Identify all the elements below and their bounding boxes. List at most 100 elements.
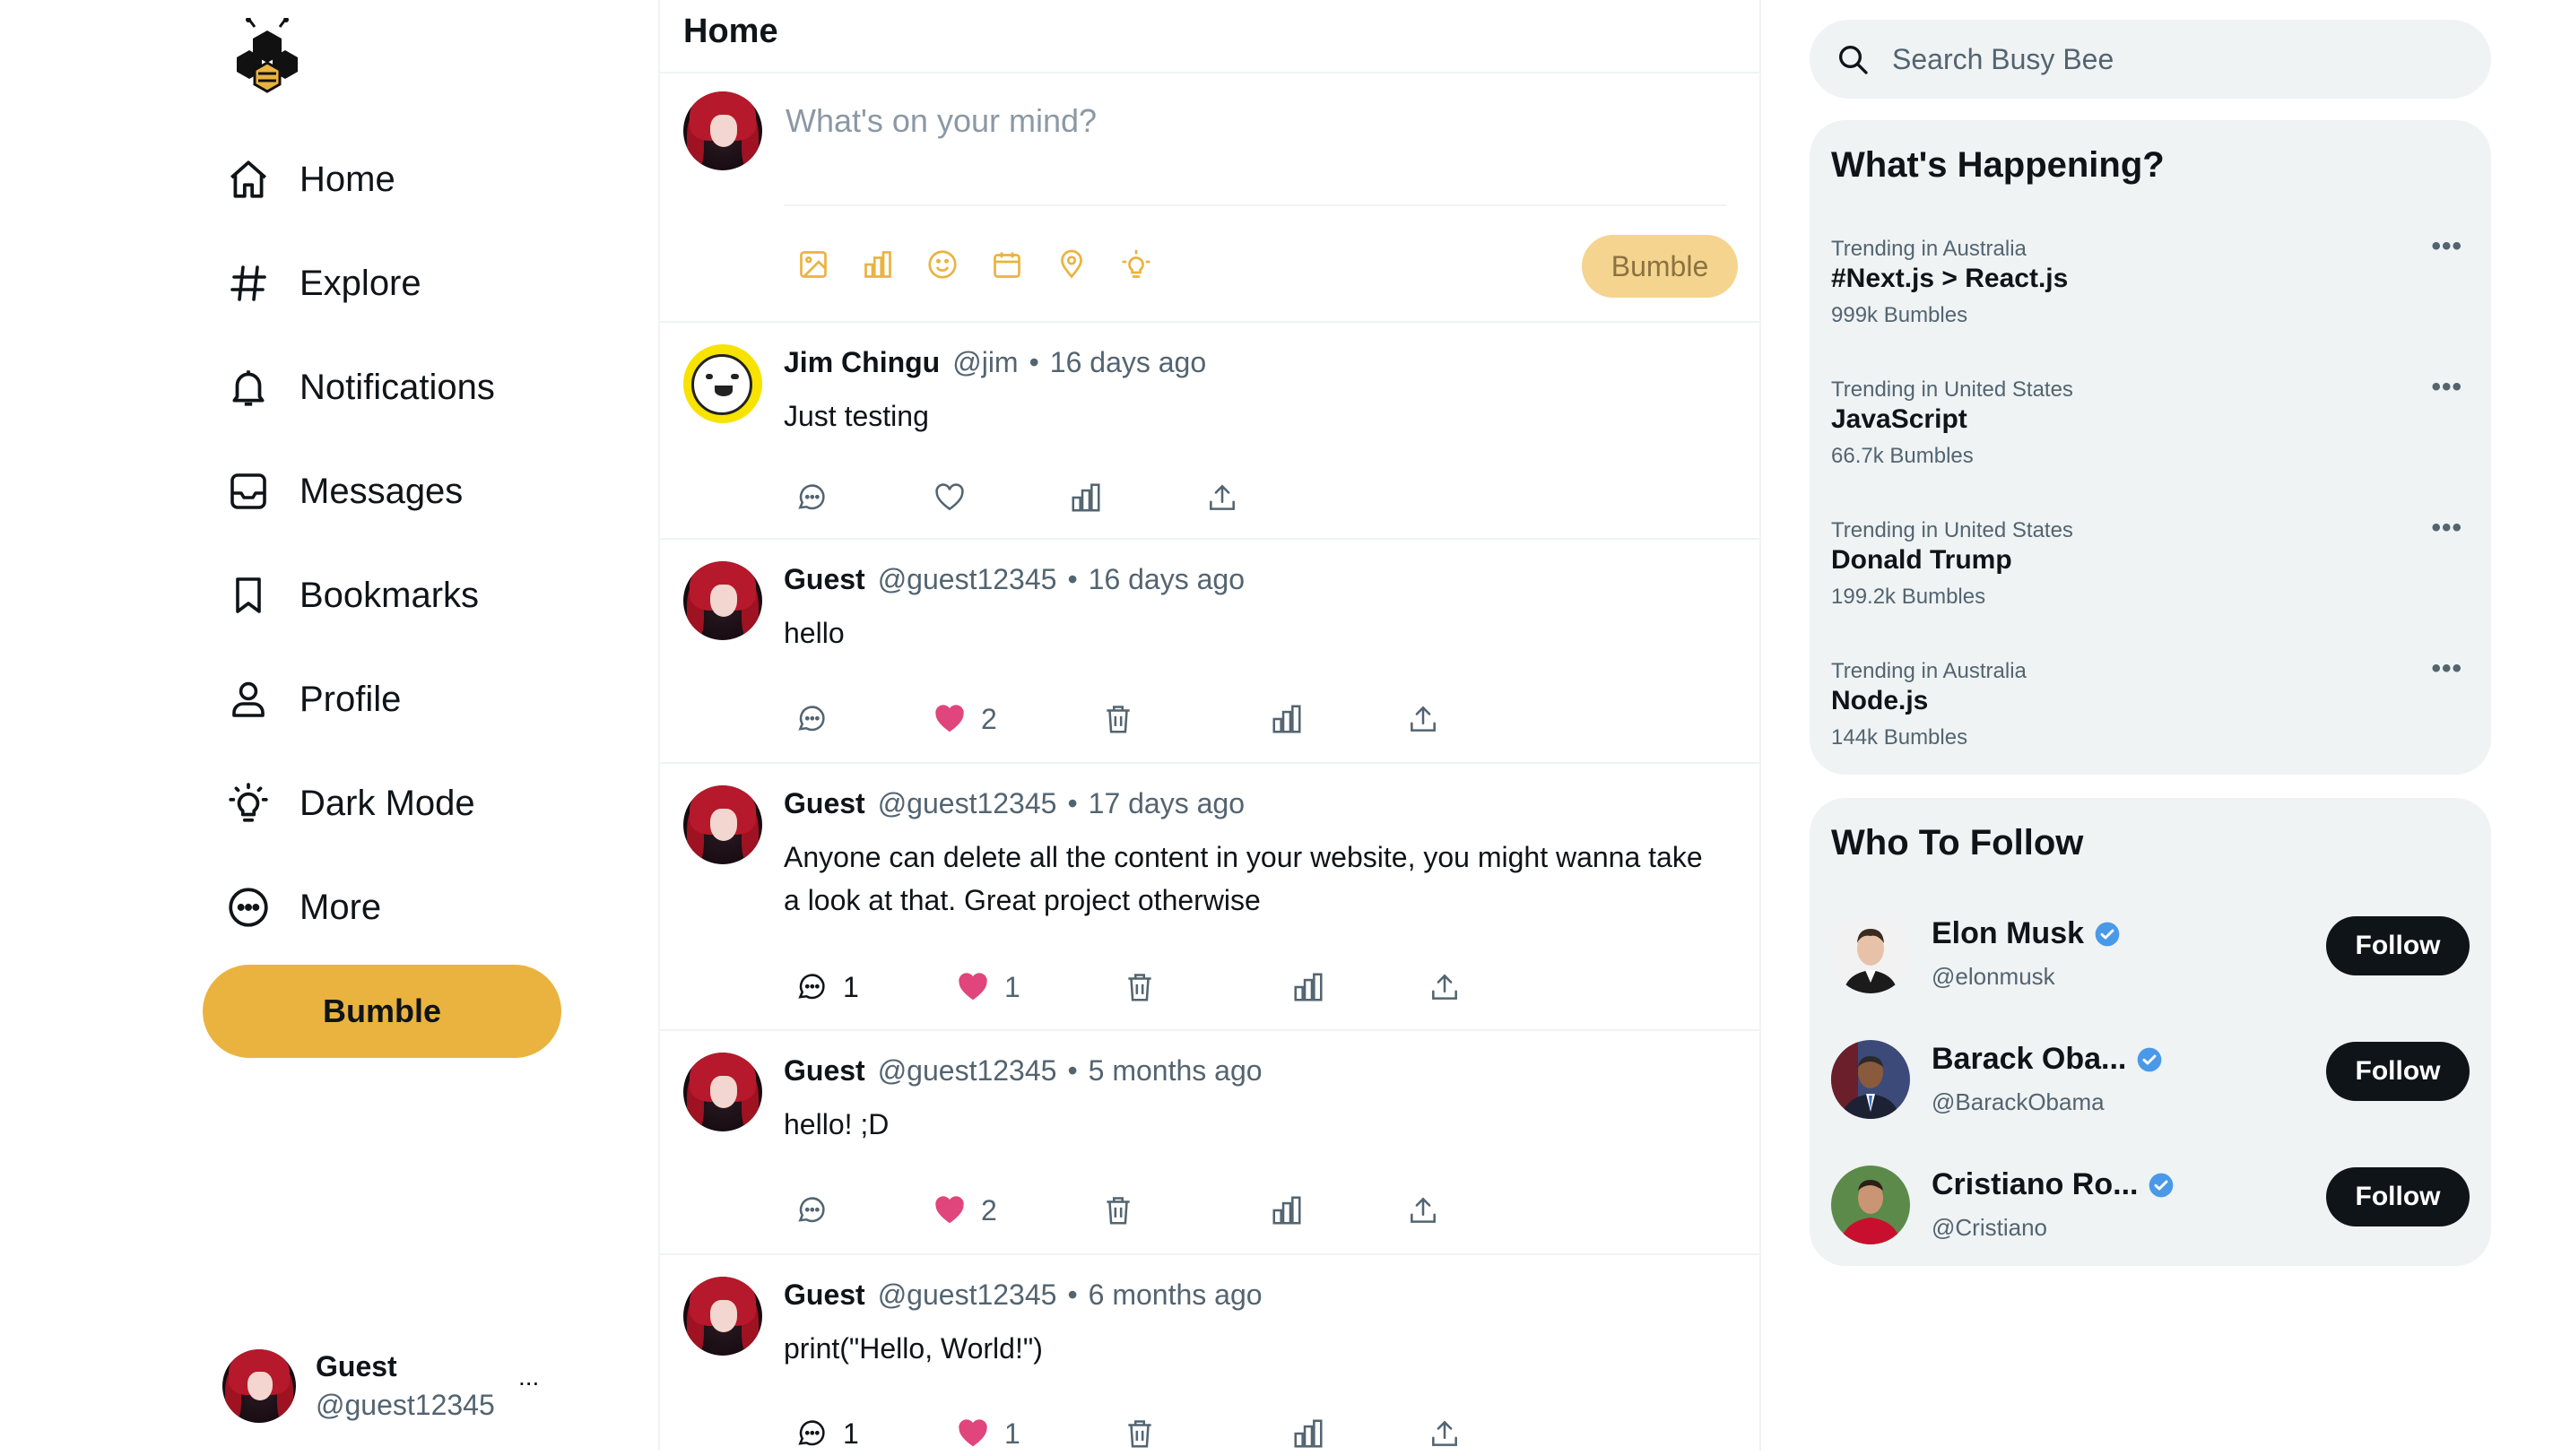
bumble-button[interactable]: Bumble [203,965,561,1058]
post-author-name[interactable]: Guest [784,1054,865,1087]
post-item[interactable]: Guest @guest12345 • 16 days ago hello 2 [660,540,1759,764]
avatar[interactable] [1831,914,1910,993]
share-button[interactable] [1428,965,1462,1010]
analytics-button[interactable] [1291,965,1325,1010]
avatar[interactable] [683,344,762,423]
more-dots-icon[interactable]: ••• [2431,654,2462,684]
follow-suggestion[interactable]: Barack Oba... @BarackObama Follow [1831,1033,2470,1122]
nav-notifications[interactable]: Notifications [224,356,495,419]
follow-user-name: Cristiano Ro... [1932,1167,2175,1202]
delete-button[interactable] [1101,697,1135,741]
composer-toolbar [794,246,1155,283]
nav-bookmarks-label: Bookmarks [300,575,480,615]
nav-more[interactable]: More [224,876,381,939]
like-button[interactable]: 1 [956,965,1020,1010]
reply-button[interactable] [794,475,829,520]
like-button[interactable]: 2 [933,1188,997,1233]
post-item[interactable]: Guest @guest12345 • 5 months ago hello! ;D … [660,1031,1759,1255]
post-author-name[interactable]: Guest [784,1278,865,1311]
avatar [683,91,762,170]
delete-button[interactable] [1123,1411,1157,1456]
share-icon [1411,706,1436,732]
nav-messages[interactable]: Messages [224,460,463,523]
like-count: 1 [1004,970,1020,1003]
account-switcher[interactable]: Guest @guest12345 ... [222,1343,563,1429]
share-button[interactable] [1406,1188,1440,1233]
follow-user-name-text: Barack Oba... [1932,1042,2127,1076]
calendar-icon[interactable] [988,246,1026,283]
post-composer: Bumble [660,74,1759,323]
follow-user-name: Elon Musk [1932,916,2122,951]
location-icon[interactable] [1053,246,1090,283]
avatar[interactable] [683,1053,762,1131]
avatar[interactable] [1831,1166,1910,1244]
nav-dark-mode[interactable]: Dark Mode [224,772,475,835]
post-item[interactable]: Jim Chingu @jim • 16 days ago Just testing [660,323,1759,540]
share-button[interactable] [1406,697,1440,741]
follow-suggestion[interactable]: Elon Musk @elonmusk Follow [1831,907,2470,997]
compose-input[interactable] [784,93,1729,149]
post-separator: • [1067,1278,1078,1311]
trend-item[interactable]: Trending in United States JavaScript 66.… [1831,372,2470,512]
nav-home[interactable]: Home [224,148,395,211]
analytics-button[interactable] [1270,1188,1304,1233]
reply-button[interactable]: 1 [794,965,859,1010]
bee-logo-icon[interactable] [222,18,312,99]
post-item[interactable]: Guest @guest12345 • 17 days ago Anyone can … [660,764,1759,1031]
trend-item[interactable]: Trending in United States Donald Trump 1… [1831,513,2470,653]
more-dots-icon[interactable]: ••• [2431,372,2462,403]
search-icon [1839,46,1868,74]
emoji-icon[interactable] [924,246,961,283]
follow-button[interactable]: Follow [2326,1167,2470,1226]
chart-icon [1072,483,1100,512]
analytics-button[interactable] [1291,1411,1325,1456]
post-text: Just testing [784,400,929,432]
search-input[interactable] [1890,41,2468,77]
trend-item[interactable]: Trending in Australia #Next.js > React.j… [1831,231,2470,371]
comment-icon [798,974,825,1000]
chart-icon [1294,1419,1323,1448]
poll-icon[interactable] [859,246,897,283]
follow-button[interactable]: Follow [2326,916,2470,975]
like-button[interactable] [933,475,967,520]
post-author-name[interactable]: Jim Chingu [784,346,940,378]
nav-explore[interactable]: Explore [224,252,421,315]
like-button[interactable]: 2 [933,697,997,741]
follow-button[interactable]: Follow [2326,1042,2470,1101]
share-button[interactable] [1205,475,1239,520]
delete-button[interactable] [1101,1188,1135,1233]
lightbulb-icon[interactable] [1117,246,1155,283]
account-menu-icon[interactable]: ... [518,1363,539,1391]
reply-button[interactable] [794,1188,829,1233]
comment-icon [798,1420,825,1446]
more-dots-icon[interactable]: ••• [2431,513,2462,543]
image-icon[interactable] [794,246,832,283]
delete-button[interactable] [1123,965,1157,1010]
trend-item[interactable]: Trending in Australia Node.js 144k Bumbl… [1831,654,2470,793]
like-button[interactable]: 1 [956,1411,1020,1456]
post-item[interactable]: Guest @guest12345 • 6 months ago print("Hel… [660,1255,1759,1451]
home-icon [224,155,273,204]
follow-suggestion[interactable]: Cristiano Ro... @Cristiano Follow [1831,1158,2470,1248]
trend-topic: #Next.js > React.js [1831,264,2069,293]
chart-icon [1272,1196,1301,1225]
share-button[interactable] [1428,1411,1462,1456]
more-dots-icon[interactable]: ••• [2431,231,2462,262]
nav-profile[interactable]: Profile [224,668,401,731]
avatar[interactable] [683,1277,762,1356]
analytics-button[interactable] [1069,475,1103,520]
avatar[interactable] [683,785,762,864]
analytics-button[interactable] [1270,697,1304,741]
like-count: 1 [1004,1417,1020,1450]
post-time: 17 days ago [1088,787,1245,819]
more-circle-icon [224,883,273,932]
avatar[interactable] [1831,1040,1910,1119]
compose-bumble-button[interactable]: Bumble [1582,235,1738,298]
avatar[interactable] [683,561,762,640]
nav-bookmarks[interactable]: Bookmarks [224,564,479,627]
reply-button[interactable] [794,697,829,741]
search-bar[interactable] [1810,20,2491,99]
reply-button[interactable]: 1 [794,1411,859,1456]
post-author-name[interactable]: Guest [784,787,865,819]
post-author-name[interactable]: Guest [784,563,865,595]
